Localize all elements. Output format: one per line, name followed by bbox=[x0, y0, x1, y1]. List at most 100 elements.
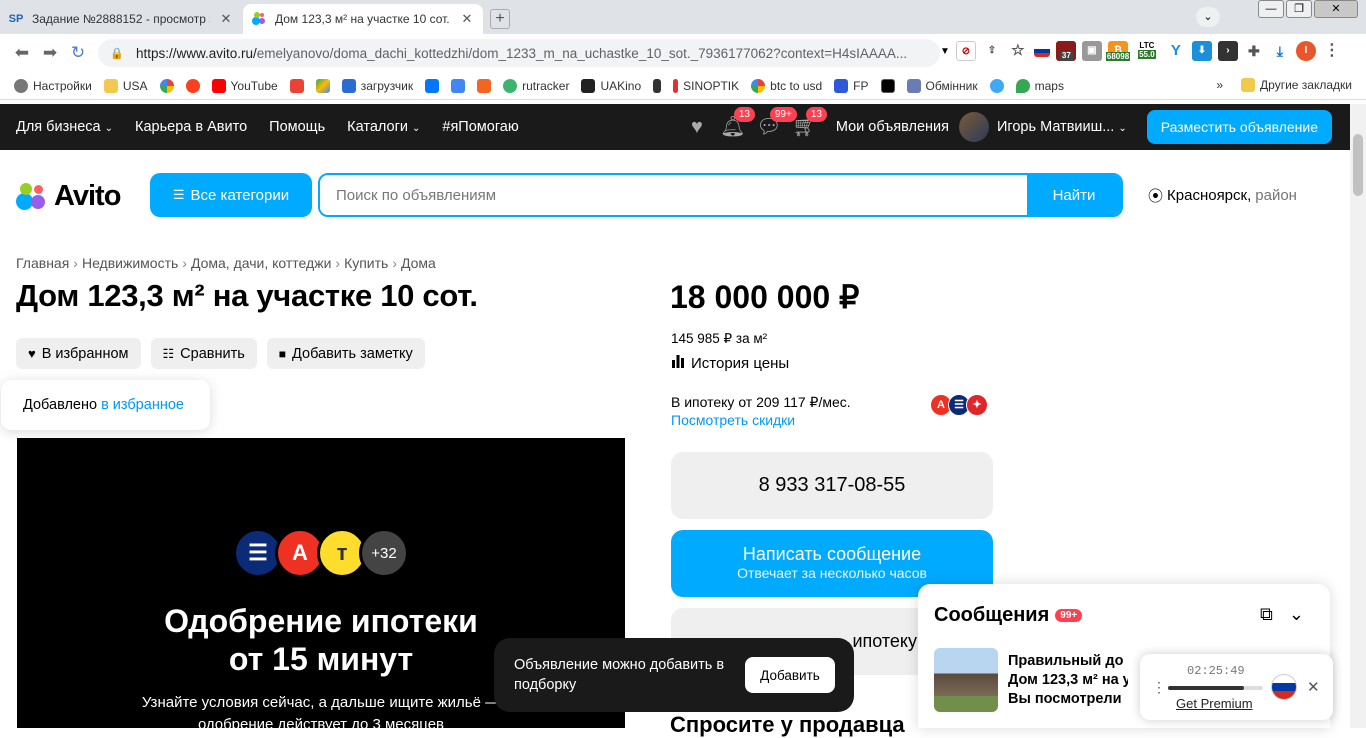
nav-business[interactable]: Для бизнеса ⌄ bbox=[16, 119, 113, 135]
post-ad-button[interactable]: Разместить объявление bbox=[1146, 110, 1332, 144]
bookmark-btc[interactable]: btc to usd bbox=[751, 78, 822, 93]
breadcrumb-item[interactable]: Купить bbox=[344, 255, 388, 271]
address-bar[interactable]: 🔒 https://www.avito.ru/emelyanovo/doma_d… bbox=[98, 39, 940, 67]
messages-icon[interactable]: 💬︎ 99+ bbox=[756, 107, 797, 138]
nav-i-help[interactable]: #яПомогаю bbox=[442, 119, 518, 135]
cart-icon[interactable]: 🛒︎ 13 bbox=[792, 107, 827, 138]
terminal-icon[interactable]: › bbox=[1217, 41, 1238, 61]
back-icon[interactable]: ⬅ bbox=[8, 43, 36, 63]
price-history-link[interactable]: История цены bbox=[671, 354, 789, 372]
forward-icon[interactable]: ➡ bbox=[36, 43, 64, 63]
bookmark-google[interactable] bbox=[159, 78, 174, 93]
minimize-icon[interactable]: — bbox=[1258, 0, 1284, 18]
breadcrumb-item[interactable]: Главная bbox=[16, 255, 69, 271]
bookmark-chess[interactable] bbox=[653, 78, 662, 93]
restore-icon[interactable]: ❐ bbox=[1286, 0, 1312, 18]
vpn-icon[interactable]: Y bbox=[1165, 41, 1186, 61]
dropdown-icon[interactable]: ▼ bbox=[940, 46, 950, 57]
favorite-button[interactable]: ♥ В избранном bbox=[16, 338, 141, 369]
heart-icon: ♥ bbox=[28, 346, 36, 361]
chat-listing-title: Дом 123,3 м² на у bbox=[1008, 672, 1128, 688]
open-external-icon[interactable]: ⧉ bbox=[1260, 604, 1273, 625]
search-button[interactable]: Найти bbox=[1027, 175, 1121, 215]
briefcase-icon[interactable]: ▣ bbox=[1081, 41, 1102, 61]
get-premium-link[interactable]: Get Premium bbox=[1176, 696, 1253, 711]
bookmark-exchanger[interactable]: Обмінник bbox=[906, 78, 978, 93]
chevron-down-icon[interactable]: ⌄ bbox=[1289, 604, 1304, 625]
ru-flag-icon[interactable] bbox=[1033, 45, 1050, 57]
puzzle-icon[interactable]: ✚ bbox=[1243, 41, 1264, 61]
new-tab-button[interactable]: + bbox=[490, 9, 510, 29]
discounts-link[interactable]: Посмотреть скидки bbox=[671, 411, 851, 429]
bookmark-fp[interactable]: FP bbox=[834, 78, 869, 93]
banner-heading-line: Одобрение ипотеки bbox=[164, 603, 478, 639]
tab-search-icon[interactable]: ⌄ bbox=[1196, 7, 1220, 27]
location-selector[interactable]: ⦿ Красноярск, район bbox=[1148, 185, 1297, 206]
close-tab-icon[interactable]: ✕ bbox=[218, 11, 234, 27]
bookmark-uakino[interactable]: UAKino bbox=[581, 78, 641, 93]
avatar[interactable] bbox=[958, 112, 989, 142]
scrollbar-thumb[interactable] bbox=[1353, 134, 1363, 196]
ltc-icon[interactable]: LTC 55.0 bbox=[1133, 41, 1160, 61]
share-icon[interactable]: ⇪ bbox=[981, 41, 1002, 61]
bookmark-rutracker[interactable]: rutracker bbox=[503, 78, 569, 93]
bookmark-bc[interactable] bbox=[880, 78, 895, 93]
more-bookmarks-button[interactable]: » bbox=[1216, 78, 1223, 92]
bookmark-usa[interactable]: USA bbox=[103, 78, 148, 93]
bookmark-yandex[interactable] bbox=[185, 78, 200, 93]
breadcrumb-item[interactable]: Недвижимость bbox=[82, 255, 178, 271]
bookmark-f[interactable] bbox=[477, 78, 492, 93]
search-input[interactable] bbox=[320, 175, 1027, 215]
user-menu[interactable]: Игорь Матвииш... ⌄ bbox=[997, 119, 1127, 135]
bookmark-settings[interactable]: Настройки bbox=[14, 78, 92, 93]
bookmark-drive[interactable] bbox=[315, 78, 330, 93]
tooltip-favorites-link[interactable]: в избранное bbox=[101, 397, 184, 413]
tab-avito[interactable]: Дом 123,3 м² на участке 10 сот. н ✕ bbox=[243, 4, 483, 34]
more-options-icon[interactable]: ⋮ bbox=[1152, 679, 1166, 696]
nav-career[interactable]: Карьера в Авито bbox=[135, 119, 247, 135]
all-categories-button[interactable]: ☰ Все категории bbox=[150, 173, 312, 217]
reload-icon[interactable]: ↻ bbox=[64, 43, 92, 63]
bookmark-star[interactable] bbox=[989, 78, 1004, 93]
close-tab-icon[interactable]: ✕ bbox=[459, 11, 475, 27]
blocked-icon[interactable]: ⊘ bbox=[955, 41, 976, 61]
download-ext-icon[interactable]: ⬇ bbox=[1191, 41, 1212, 61]
ru-flag-icon[interactable] bbox=[1271, 674, 1297, 700]
chat-preview[interactable]: Правильный до Дом 123,3 м² на у Вы посмо… bbox=[1008, 652, 1128, 709]
bookmark-loader[interactable]: загрузчик bbox=[341, 78, 413, 93]
ext-badge: 37 bbox=[1059, 51, 1073, 61]
notifications-bell-icon[interactable]: 🔔︎ 13 bbox=[720, 107, 755, 138]
breadcrumb-item[interactable]: Дома bbox=[401, 255, 436, 271]
bc-icon bbox=[880, 78, 895, 93]
avito-logo[interactable]: Avito bbox=[16, 180, 121, 213]
add-note-button[interactable]: ■ Добавить заметку bbox=[266, 338, 425, 369]
my-ads-link[interactable]: Мои объявления bbox=[836, 119, 949, 135]
nav-catalogs[interactable]: Каталоги ⌄ bbox=[347, 119, 420, 135]
bookmark-star-icon[interactable]: ☆ bbox=[1007, 41, 1028, 61]
bookmark-label: SINOPTIK bbox=[683, 78, 740, 93]
profile-avatar[interactable]: I bbox=[1295, 41, 1316, 61]
other-bookmarks[interactable]: Другие закладки bbox=[1241, 78, 1352, 92]
shield-ext-icon[interactable]: 37 bbox=[1055, 41, 1076, 61]
tab-task[interactable]: SP Задание №2888152 - просмотр з ✕ bbox=[0, 4, 242, 34]
compare-button[interactable]: ☷ Сравнить bbox=[150, 338, 257, 369]
bitcoin-icon[interactable]: ₿ 68098 bbox=[1105, 41, 1131, 61]
bookmark-maps[interactable]: maps bbox=[1015, 78, 1064, 93]
bookmark-vk[interactable] bbox=[425, 78, 440, 93]
bookmark-youtube[interactable]: YouTube bbox=[211, 78, 278, 93]
bookmark-sinoptik[interactable]: SINOPTIK bbox=[673, 78, 740, 93]
bookmark-gmail[interactable] bbox=[289, 78, 304, 93]
chrome-menu-icon[interactable]: ⋮ bbox=[1321, 41, 1342, 61]
bookmark-translate[interactable] bbox=[451, 78, 466, 93]
favorites-heart-icon[interactable]: ♥ bbox=[684, 116, 710, 138]
add-to-collection-button[interactable]: Добавить bbox=[745, 657, 835, 693]
nav-help[interactable]: Помощь bbox=[269, 119, 325, 135]
show-phone-button[interactable]: 8 933 317-08-55 bbox=[671, 452, 993, 519]
close-window-icon[interactable]: ✕ bbox=[1314, 0, 1358, 18]
chat-listing-thumbnail[interactable] bbox=[934, 648, 998, 712]
close-icon[interactable]: ✕ bbox=[1307, 678, 1320, 696]
page-scrollbar[interactable] bbox=[1350, 104, 1366, 728]
breadcrumb-item[interactable]: Дома, дачи, коттеджи bbox=[191, 255, 331, 271]
downloads-icon[interactable]: ⤓ bbox=[1269, 41, 1290, 61]
url-host: https://www.avito.ru/ bbox=[136, 45, 257, 61]
